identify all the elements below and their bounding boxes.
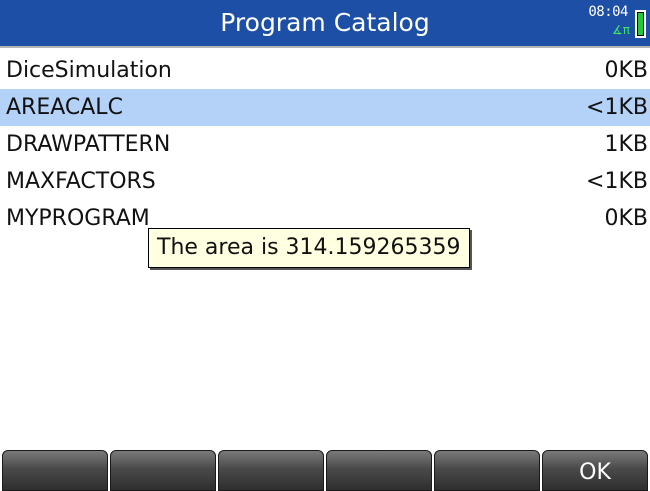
program-size: <1KB (586, 95, 648, 120)
program-row-areacalc[interactable]: AREACALC <1KB (0, 89, 650, 126)
program-name: DRAWPATTERN (6, 132, 171, 157)
program-size: 0KB (604, 58, 648, 83)
softkey-4[interactable] (326, 450, 432, 491)
result-popup: The area is 314.159265359 (148, 228, 470, 268)
program-row-drawpattern[interactable]: DRAWPATTERN 1KB (0, 126, 650, 163)
softkey-1[interactable] (2, 450, 108, 491)
title-bar: Program Catalog 08:04 ∡π (0, 0, 650, 48)
program-list: DiceSimulation 0KB AREACALC <1KB DRAWPAT… (0, 52, 650, 237)
program-name: AREACALC (6, 95, 123, 120)
program-name: DiceSimulation (6, 58, 172, 83)
ok-button[interactable]: OK (542, 450, 648, 491)
softkey-5[interactable] (434, 450, 540, 491)
program-size: 1KB (604, 132, 648, 157)
program-size: <1KB (586, 169, 648, 194)
softkey-bar: OK (2, 450, 648, 491)
program-row-dicesimulation[interactable]: DiceSimulation 0KB (0, 52, 650, 89)
page-title: Program Catalog (220, 8, 430, 37)
program-name: MAXFACTORS (6, 169, 156, 194)
program-name: MYPROGRAM (6, 206, 150, 231)
program-size: 0KB (604, 206, 648, 231)
calculator-screen: Program Catalog 08:04 ∡π DiceSimulation … (0, 0, 650, 491)
battery-icon (635, 10, 646, 38)
clock: 08:04 (588, 4, 628, 20)
softkey-3[interactable] (218, 450, 324, 491)
program-row-maxfactors[interactable]: MAXFACTORS <1KB (0, 163, 650, 200)
angle-mode-indicator: ∡π (612, 23, 630, 37)
softkey-2[interactable] (110, 450, 216, 491)
